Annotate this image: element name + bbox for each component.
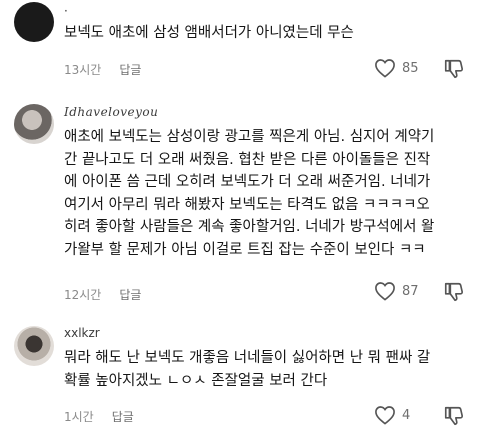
comment-meta: 12시간 답글	[64, 286, 141, 303]
like-count: 4	[402, 407, 411, 423]
thumbs-down-icon	[444, 406, 464, 426]
comment-meta: 13시간 답글	[64, 61, 141, 78]
like-button[interactable]: 4	[374, 405, 410, 425]
heart-icon	[375, 59, 395, 78]
comment-item: · 보넥도 애초에 삼성 앰배서더가 아니였는데 무슨 13시간 답글 85	[0, 0, 480, 90]
comment-username[interactable]: Idhaveloveyou	[64, 105, 158, 119]
like-count: 85	[402, 60, 419, 76]
like-count: 87	[402, 283, 419, 299]
avatar[interactable]	[14, 326, 54, 366]
comment-username[interactable]: xxlkzr	[64, 326, 100, 340]
thumbs-down-icon	[444, 59, 464, 79]
comment-username[interactable]: ·	[64, 4, 68, 18]
avatar[interactable]	[14, 104, 54, 144]
like-button[interactable]: 85	[374, 58, 419, 78]
dislike-button[interactable]	[443, 281, 465, 303]
comment-item: Idhaveloveyou 애초에 보넥도는 삼성이랑 광고를 찍은게 아님. …	[0, 95, 480, 310]
heart-icon	[375, 282, 395, 301]
comment-text: 뭐라 해도 난 보넥도 개좋음 너네들이 싫어하면 난 뭐 팬싸 갈 확률 높아…	[64, 350, 431, 389]
comment-text: 보넥도 애초에 삼성 앰배서더가 아니였는데 무슨	[64, 25, 354, 41]
dislike-button[interactable]	[443, 58, 465, 80]
comment-time: 1시간	[64, 410, 94, 424]
reply-button[interactable]: 답글	[112, 410, 134, 424]
comment-time: 13시간	[64, 63, 102, 77]
heart-icon	[375, 406, 395, 425]
comment-meta: 1시간 답글	[64, 408, 134, 425]
comment-time: 12시간	[64, 288, 102, 302]
reply-button[interactable]: 답글	[119, 288, 141, 302]
comment-text: 애초에 보넥도는 삼성이랑 광고를 찍은게 아님. 심지어 계약기 간 끝나고도…	[64, 129, 435, 258]
reply-button[interactable]: 답글	[119, 63, 141, 77]
dislike-button[interactable]	[443, 405, 465, 427]
avatar[interactable]	[14, 2, 54, 42]
thumbs-down-icon	[444, 282, 464, 302]
comment-item: xxlkzr 뭐라 해도 난 보넥도 개좋음 너네들이 싫어하면 난 뭐 팬싸 …	[0, 315, 480, 433]
like-button[interactable]: 87	[374, 281, 419, 301]
